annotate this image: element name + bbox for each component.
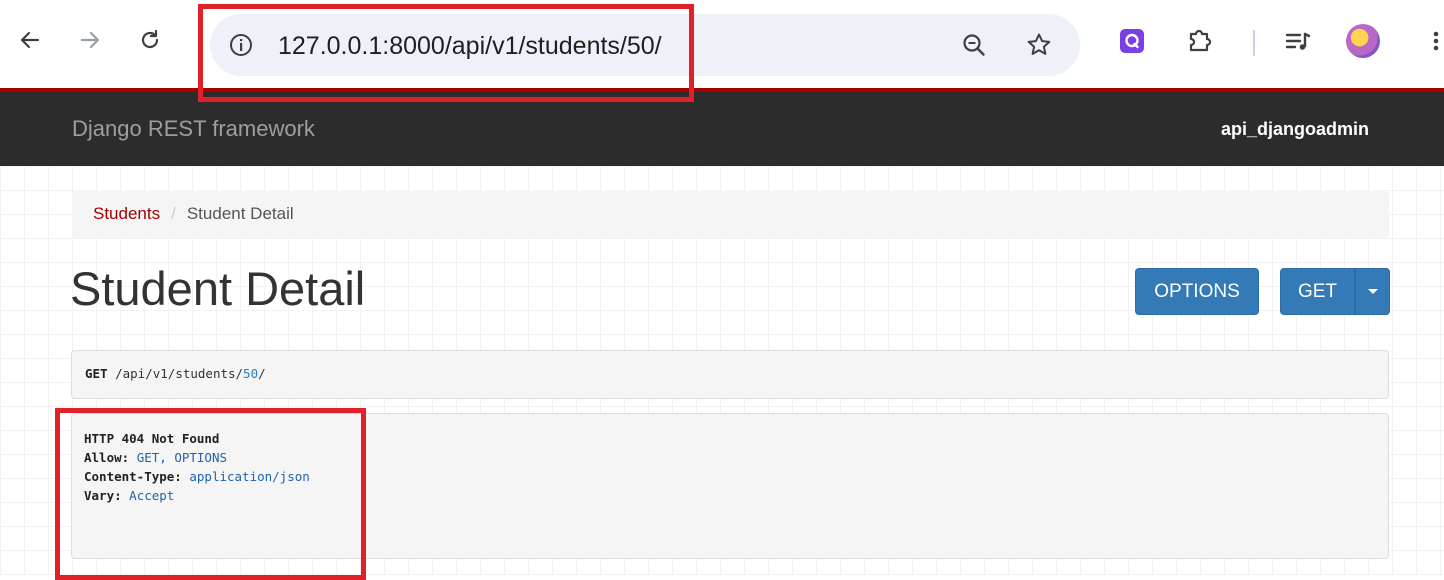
navbar-brand[interactable]: Django REST framework [72, 116, 315, 142]
breadcrumb-link-students[interactable]: Students [93, 204, 160, 224]
page-title: Student Detail [70, 262, 366, 315]
get-format-dropdown-toggle[interactable] [1355, 268, 1390, 315]
get-button[interactable]: GET [1280, 268, 1355, 315]
request-path-prefix: /api/v1/students/ [115, 366, 244, 381]
star-icon[interactable] [1025, 31, 1053, 59]
request-path-suffix: / [258, 366, 266, 381]
reload-icon[interactable] [136, 26, 164, 54]
back-arrow-icon[interactable] [16, 26, 44, 54]
toolbar-divider [1253, 30, 1255, 56]
navbar-user[interactable]: api_djangoadmin [1221, 119, 1369, 140]
request-path-id: 50 [243, 366, 259, 381]
profile-avatar[interactable] [1346, 24, 1380, 58]
caret-down-icon [1367, 289, 1378, 294]
request-info: GET /api/v1/students/50/ [71, 350, 1389, 399]
reading-list-icon[interactable] [1283, 26, 1313, 56]
url-highlight-box [198, 4, 694, 102]
q-extension-icon[interactable] [1117, 26, 1147, 56]
breadcrumb-current: Student Detail [186, 204, 294, 223]
extensions-puzzle-icon[interactable] [1185, 26, 1215, 56]
more-menu-icon[interactable] [1428, 26, 1444, 56]
options-button[interactable]: OPTIONS [1135, 268, 1259, 315]
breadcrumb: Students / Student Detail [72, 190, 1389, 238]
breadcrumb-separator: / [171, 204, 176, 223]
forward-arrow-icon[interactable] [76, 26, 104, 54]
response-highlight-box [55, 408, 366, 580]
zoom-icon[interactable] [960, 31, 988, 59]
request-method: GET [85, 366, 108, 381]
